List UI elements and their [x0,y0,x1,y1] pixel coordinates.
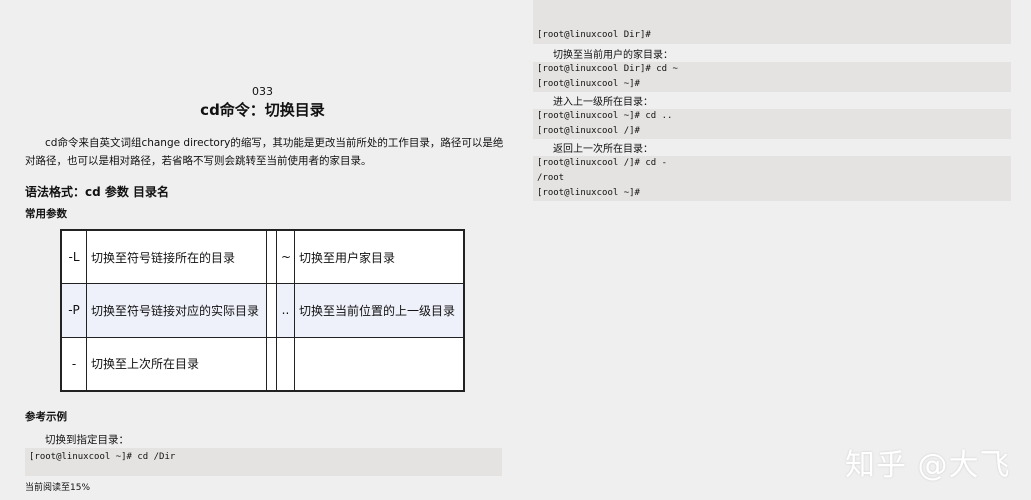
code-line: [root@linuxcool ~]# [537,79,640,89]
code-line: [root@linuxcool /]# [537,126,640,136]
example-description: 进入上一级所在目录： [553,97,653,108]
example-description: 切换至当前用户的家目录： [553,50,673,61]
param-desc [294,336,464,392]
table-divider [266,283,277,338]
param-flag: .. [276,283,295,338]
table-row: -P 切换至符号链接对应的实际目录 .. 切换至当前位置的上一级目录 [61,283,464,338]
param-desc: 切换至符号链接对应的实际目录 [86,283,267,338]
params-heading: 常用参数 [25,208,67,220]
reading-progress: 当前阅读至15% [25,483,91,493]
table-divider [266,336,277,392]
code-block: [root@linuxcool Dir]# [533,0,1011,44]
code-line: [root@linuxcool Dir]# [537,30,651,40]
param-desc: 切换至上次所在目录 [86,336,267,392]
code-block: [root@linuxcool Dir]# cd ~ [root@linuxcoo… [533,62,1011,92]
param-desc: 切换至当前位置的上一级目录 [294,283,464,338]
param-flag: - [61,336,87,392]
params-table: -L 切换至符号链接所在的目录 ~ 切换至用户家目录 -P 切换至符号链接对应的… [60,229,465,392]
table-divider [266,229,277,285]
code-block: [root@linuxcool ~]# cd .. [root@linuxcool… [533,109,1011,139]
param-flag: -P [61,283,87,338]
param-desc: 切换至符号链接所在的目录 [86,229,267,285]
page-title: cd命令：切换目录 [200,101,325,119]
code-line: [root@linuxcool Dir]# cd ~ [537,64,678,74]
syntax-heading: 语法格式：cd 参数 目录名 [25,185,170,199]
param-flag: ~ [276,229,295,285]
intro-paragraph: cd命令来自英文词组change directory的缩写，其功能是更改当前所处… [25,137,504,167]
left-page: 033 cd命令：切换目录 cd命令来自英文词组change directory… [0,0,515,500]
example-description: 返回上一次所在目录： [553,144,653,155]
watermark: 知乎 @大飞 [845,448,1011,483]
example-description: 切换到指定目录： [45,434,129,446]
code-line: [root@linuxcool ~]# [537,188,640,198]
code-block: [root@linuxcool ~]# cd /Dir [25,448,502,476]
code-line: [root@linuxcool /]# cd - [537,158,668,168]
table-row: -L 切换至符号链接所在的目录 ~ 切换至用户家目录 [61,229,464,285]
param-flag [276,336,295,392]
param-desc: 切换至用户家目录 [294,229,464,285]
code-line: [root@linuxcool ~]# cd .. [537,111,673,121]
page-number: 033 [252,85,273,98]
code-block: [root@linuxcool /]# cd - /root [root@linux… [533,156,1011,201]
table-row: - 切换至上次所在目录 [61,336,464,392]
param-flag: -L [61,229,87,285]
examples-heading: 参考示例 [25,411,67,423]
code-line: /root [537,173,565,183]
right-page: [root@linuxcool Dir]# 切换至当前用户的家目录： [root… [515,0,1031,500]
